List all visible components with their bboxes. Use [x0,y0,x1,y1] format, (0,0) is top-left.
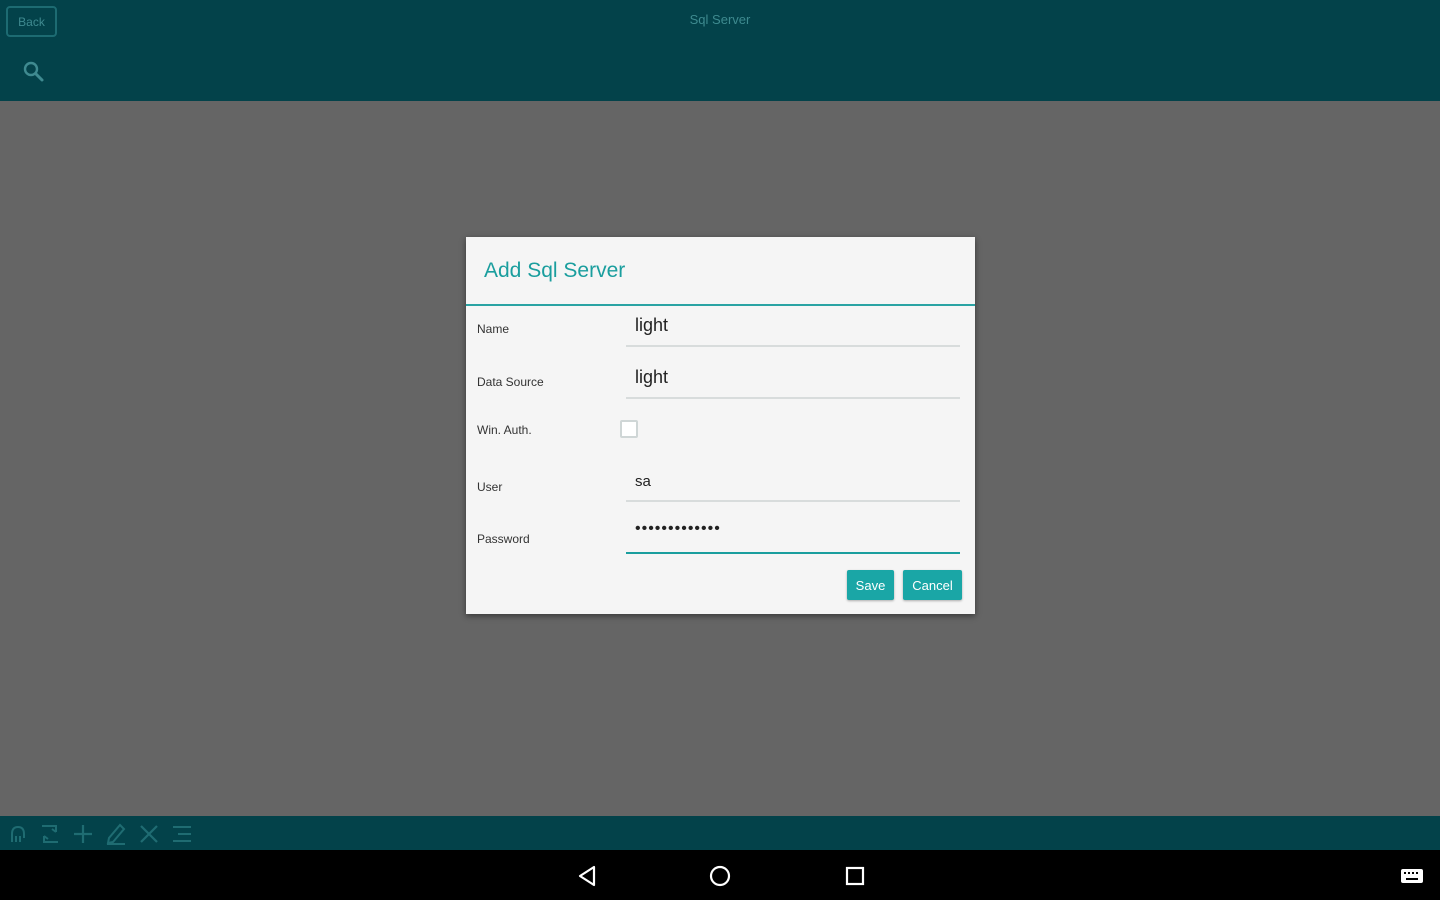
app-bar: Back Sql Server [0,0,1440,101]
search-icon[interactable] [22,60,46,84]
win-auth-checkbox[interactable] [620,420,638,438]
dialog-title: Add Sql Server [484,259,626,282]
data-source-label: Data Source [477,375,544,389]
recents-square-icon[interactable] [842,863,868,889]
edit-icon[interactable] [104,822,128,846]
save-button[interactable]: Save [847,570,894,600]
user-label: User [477,480,503,494]
add-icon[interactable] [71,822,95,846]
password-value: ••••••••••••• [635,520,721,537]
delete-icon[interactable] [137,822,161,846]
cancel-button[interactable]: Cancel [903,570,962,600]
app-title: Sql Server [689,12,751,27]
keyboard-icon[interactable] [1399,863,1425,889]
win-auth-label: Win. Auth. [477,423,532,437]
name-value: light [635,315,669,335]
data-source-value: light [635,367,669,387]
password-field[interactable]: ••••••••••••• [626,514,960,554]
data-source-field[interactable]: light [626,359,960,399]
refresh-icon[interactable] [38,822,62,846]
list-icon[interactable] [170,822,194,846]
home-circle-icon[interactable] [707,863,733,889]
back-triangle-icon[interactable] [574,863,600,889]
dialog-title-divider [466,304,975,306]
system-nav-bar [0,850,1440,900]
bottom-toolbar [0,816,1440,850]
user-field[interactable]: sa [626,462,960,502]
name-label: Name [477,322,510,336]
name-field[interactable]: light [626,307,960,347]
connect-icon[interactable] [6,822,30,846]
password-label: Password [477,532,530,546]
add-sql-server-dialog: Add Sql Server Name light Data Source li… [466,237,975,614]
user-value: sa [635,473,651,490]
